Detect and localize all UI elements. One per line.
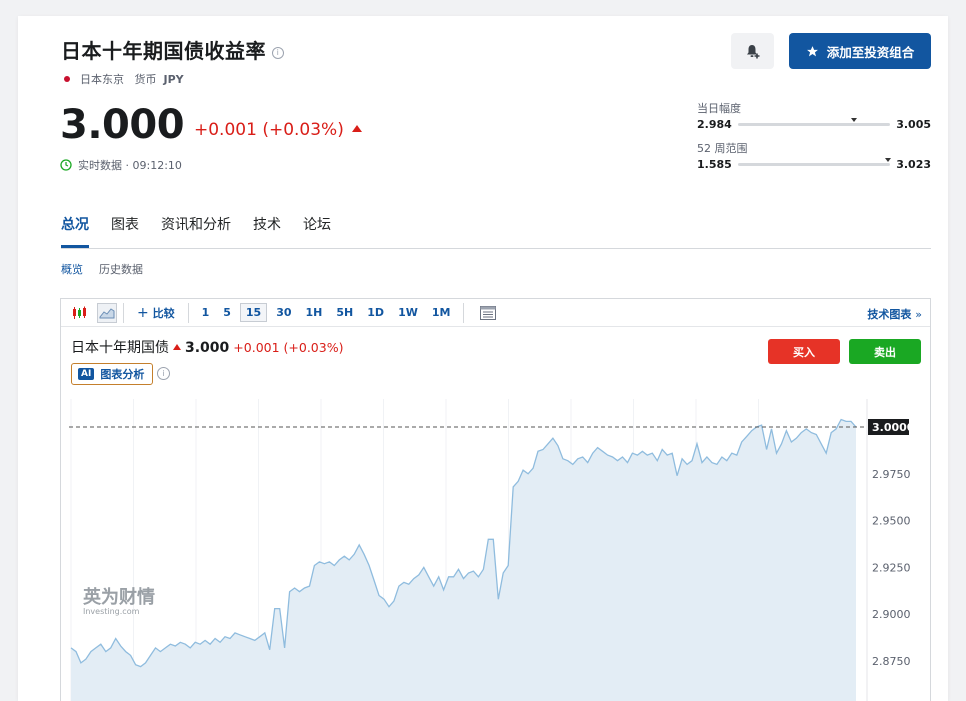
- currency-label: 货币: [134, 73, 157, 86]
- price-area: [71, 419, 856, 701]
- y-tick-label: 2.9000: [872, 608, 911, 621]
- double-chevron-right-icon: »: [915, 308, 922, 321]
- tab-technical[interactable]: 技术: [253, 214, 281, 234]
- chart-toolbar: + 比较 1 5 15 30 1H 5H 1D 1W 1M 技术图表 »: [61, 299, 930, 327]
- day-range-high: 3.005: [896, 118, 931, 131]
- interval-30[interactable]: 30: [271, 304, 296, 321]
- main-tabs: 总况 图表 资讯和分析 技术 论坛: [61, 214, 331, 248]
- up-arrow-icon: [173, 344, 181, 350]
- week52-range-track: [737, 158, 891, 166]
- page-title: 日本十年期国债收益率 i: [61, 35, 284, 64]
- clock-icon: [60, 159, 72, 171]
- day-range-track: [737, 118, 891, 126]
- plus-icon: +: [137, 304, 149, 321]
- week52-range-marker: [884, 158, 891, 162]
- interval-1h[interactable]: 1H: [301, 304, 328, 321]
- technical-chart-link[interactable]: 技术图表 »: [867, 306, 922, 322]
- chart-widget: + 比较 1 5 15 30 1H 5H 1D 1W 1M 技术图表 » 日本十…: [60, 298, 931, 701]
- day-range-marker: [850, 118, 857, 122]
- week52-range-low: 1.585: [697, 158, 732, 171]
- ai-chart-analysis-label: 图表分析: [100, 368, 145, 381]
- interval-5[interactable]: 5: [218, 304, 236, 321]
- add-to-portfolio-button[interactable]: 添加至投资组合: [789, 33, 931, 69]
- y-tick-label: 2.9250: [872, 561, 911, 574]
- chart-current-value: 3.000: [185, 340, 230, 356]
- tab-overview[interactable]: 总况: [61, 214, 89, 248]
- day-range-low: 2.984: [697, 118, 732, 131]
- ai-badge: AI: [78, 368, 95, 380]
- sell-button[interactable]: 卖出: [849, 339, 921, 364]
- chart-change: +0.001 (+0.03%): [233, 340, 344, 355]
- interval-1[interactable]: 1: [197, 304, 215, 321]
- add-to-portfolio-label: 添加至投资组合: [826, 44, 915, 60]
- chart-instrument-name: 日本十年期国债: [71, 340, 169, 356]
- y-tick-label: 2.9750: [872, 468, 911, 481]
- week52-range-label: 52 周范围: [697, 142, 748, 155]
- sub-tabs: 概览 历史数据: [61, 261, 143, 277]
- toolbar-separator: [463, 302, 465, 323]
- ai-chart-analysis-button[interactable]: AI 图表分析: [71, 363, 154, 385]
- area-chart-icon[interactable]: [97, 302, 117, 323]
- compare-button[interactable]: + 比较: [132, 303, 180, 323]
- price-alert-button[interactable]: [731, 33, 774, 69]
- tab-news-analysis[interactable]: 资讯和分析: [161, 214, 231, 234]
- market-status-dot-icon: [64, 76, 70, 82]
- up-arrow-icon: [351, 125, 362, 132]
- buy-button[interactable]: 买入: [768, 339, 840, 364]
- star-icon: [806, 45, 818, 56]
- table-view-icon[interactable]: [478, 303, 498, 323]
- interval-1d[interactable]: 1D: [362, 304, 389, 321]
- y-tick-label: 2.9500: [872, 515, 911, 528]
- price-chart[interactable]: 2.9750 2.9500 2.9250 2.9000 2.8750 3.0000: [61, 399, 931, 701]
- week52-range-high: 3.023: [896, 158, 931, 171]
- interval-15[interactable]: 15: [239, 303, 268, 322]
- interval-5h[interactable]: 5H: [331, 304, 358, 321]
- price-change: +0.001 (+0.03%): [194, 120, 362, 140]
- info-icon[interactable]: i: [272, 47, 284, 59]
- toolbar-separator: [123, 302, 124, 323]
- toolbar-separator: [187, 302, 189, 323]
- currency-value: JPY: [163, 73, 184, 86]
- candlestick-icon[interactable]: [69, 303, 89, 323]
- current-price-label: 3.0000: [872, 421, 915, 434]
- instrument-meta: 日本东京 货币 JPY: [64, 71, 184, 87]
- subtab-historical-data[interactable]: 历史数据: [99, 261, 143, 277]
- day-range-label: 当日幅度: [697, 102, 741, 115]
- tab-chart[interactable]: 图表: [111, 214, 139, 234]
- y-tick-label: 2.8750: [872, 655, 911, 668]
- last-price: 3.000: [60, 102, 185, 148]
- tab-forum[interactable]: 论坛: [303, 214, 331, 234]
- tabs-divider: [61, 248, 931, 249]
- quote-card: 日本十年期国债收益率 i 日本东京 货币 JPY 添加至投资组合 3.000 +0…: [18, 16, 948, 701]
- subtab-overview[interactable]: 概览: [61, 261, 83, 277]
- investing-watermark-logo: 英为财情 Investing.com: [83, 587, 155, 617]
- interval-1w[interactable]: 1W: [393, 304, 423, 321]
- exchange-label: 日本东京: [80, 73, 124, 86]
- interval-1m[interactable]: 1M: [427, 304, 456, 321]
- bell-plus-icon: [746, 45, 759, 59]
- week52-range: 52 周范围 1.585 3.023: [697, 140, 931, 171]
- chart-header: 日本十年期国债 3.000 +0.001 (+0.03%): [71, 337, 343, 357]
- realtime-status: 实时数据 · 09:12:10: [60, 157, 182, 173]
- day-range: 当日幅度 2.984 3.005: [697, 100, 931, 131]
- info-icon[interactable]: i: [157, 367, 170, 380]
